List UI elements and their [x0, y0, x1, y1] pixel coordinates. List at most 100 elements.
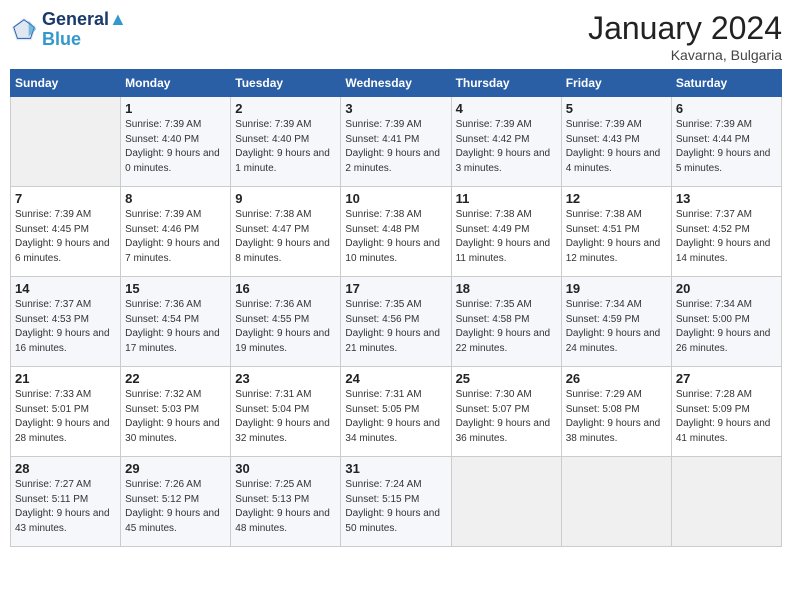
- calendar-cell: 3 Sunrise: 7:39 AMSunset: 4:41 PMDaylight…: [341, 97, 451, 187]
- day-number: 25: [456, 371, 557, 386]
- calendar-table: SundayMondayTuesdayWednesdayThursdayFrid…: [10, 69, 782, 547]
- title-block: January 2024 Kavarna, Bulgaria: [588, 10, 782, 63]
- calendar-cell: 26 Sunrise: 7:29 AMSunset: 5:08 PMDayligh…: [561, 367, 671, 457]
- day-number: 1: [125, 101, 226, 116]
- cell-info: Sunrise: 7:34 AMSunset: 5:00 PMDaylight:…: [676, 298, 777, 356]
- weekday-header-monday: Monday: [121, 70, 231, 97]
- cell-info: Sunrise: 7:39 AMSunset: 4:40 PMDaylight:…: [125, 118, 226, 176]
- calendar-cell: 21Sunrise: 7:33 AMSunset: 5:01 PMDayligh…: [11, 367, 121, 457]
- cell-info: Sunrise: 7:31 AMSunset: 5:04 PMDaylight:…: [235, 388, 336, 446]
- cell-info: Sunrise: 7:35 AMSunset: 4:58 PMDaylight:…: [456, 298, 557, 356]
- cell-info: Sunrise: 7:39 AMSunset: 4:45 PMDaylight:…: [15, 208, 116, 266]
- day-number: 5: [566, 101, 667, 116]
- day-number: 15: [125, 281, 226, 296]
- cell-info: Sunrise: 7:28 AMSunset: 5:09 PMDaylight:…: [676, 388, 777, 446]
- day-number: 11: [456, 191, 557, 206]
- calendar-cell: 29Sunrise: 7:26 AMSunset: 5:12 PMDayligh…: [121, 457, 231, 547]
- weekday-header-saturday: Saturday: [671, 70, 781, 97]
- cell-info: Sunrise: 7:33 AMSunset: 5:01 PMDaylight:…: [15, 388, 116, 446]
- day-number: 28: [15, 461, 116, 476]
- calendar-cell: 11 Sunrise: 7:38 AMSunset: 4:49 PMDayligh…: [451, 187, 561, 277]
- calendar-cell: 19 Sunrise: 7:34 AMSunset: 4:59 PMDayligh…: [561, 277, 671, 367]
- logo-icon: [10, 16, 38, 44]
- cell-info: Sunrise: 7:39 AMSunset: 4:43 PMDaylight:…: [566, 118, 667, 176]
- cell-info: Sunrise: 7:37 AMSunset: 4:53 PMDaylight:…: [15, 298, 116, 356]
- weekday-header-wednesday: Wednesday: [341, 70, 451, 97]
- day-number: 4: [456, 101, 557, 116]
- cell-info: Sunrise: 7:24 AMSunset: 5:15 PMDaylight:…: [345, 478, 446, 536]
- day-number: 2: [235, 101, 336, 116]
- cell-info: Sunrise: 7:39 AMSunset: 4:40 PMDaylight:…: [235, 118, 336, 176]
- calendar-cell: 17 Sunrise: 7:35 AMSunset: 4:56 PMDayligh…: [341, 277, 451, 367]
- day-number: 27: [676, 371, 777, 386]
- day-number: 16: [235, 281, 336, 296]
- calendar-cell: [11, 97, 121, 187]
- day-number: 3: [345, 101, 446, 116]
- calendar-cell: 24 Sunrise: 7:31 AMSunset: 5:05 PMDayligh…: [341, 367, 451, 457]
- day-number: 19: [566, 281, 667, 296]
- calendar-cell: 18 Sunrise: 7:35 AMSunset: 4:58 PMDayligh…: [451, 277, 561, 367]
- day-number: 17: [345, 281, 446, 296]
- cell-info: Sunrise: 7:36 AMSunset: 4:55 PMDaylight:…: [235, 298, 336, 356]
- calendar-cell: 27 Sunrise: 7:28 AMSunset: 5:09 PMDayligh…: [671, 367, 781, 457]
- weekday-header-sunday: Sunday: [11, 70, 121, 97]
- calendar-cell: 7 Sunrise: 7:39 AMSunset: 4:45 PMDaylight…: [11, 187, 121, 277]
- calendar-cell: 15 Sunrise: 7:36 AMSunset: 4:54 PMDayligh…: [121, 277, 231, 367]
- page-header: General▲ Blue January 2024 Kavarna, Bulg…: [10, 10, 782, 63]
- cell-info: Sunrise: 7:38 AMSunset: 4:47 PMDaylight:…: [235, 208, 336, 266]
- cell-info: Sunrise: 7:38 AMSunset: 4:51 PMDaylight:…: [566, 208, 667, 266]
- cell-info: Sunrise: 7:30 AMSunset: 5:07 PMDaylight:…: [456, 388, 557, 446]
- cell-info: Sunrise: 7:39 AMSunset: 4:41 PMDaylight:…: [345, 118, 446, 176]
- calendar-cell: 23Sunrise: 7:31 AMSunset: 5:04 PMDayligh…: [231, 367, 341, 457]
- day-number: 30: [235, 461, 336, 476]
- day-number: 26: [566, 371, 667, 386]
- calendar-cell: 8 Sunrise: 7:39 AMSunset: 4:46 PMDaylight…: [121, 187, 231, 277]
- calendar-cell: 10 Sunrise: 7:38 AMSunset: 4:48 PMDayligh…: [341, 187, 451, 277]
- cell-info: Sunrise: 7:38 AMSunset: 4:48 PMDaylight:…: [345, 208, 446, 266]
- month-title: January 2024: [588, 10, 782, 47]
- day-number: 10: [345, 191, 446, 206]
- weekday-header-thursday: Thursday: [451, 70, 561, 97]
- cell-info: Sunrise: 7:36 AMSunset: 4:54 PMDaylight:…: [125, 298, 226, 356]
- day-number: 29: [125, 461, 226, 476]
- calendar-cell: 4 Sunrise: 7:39 AMSunset: 4:42 PMDaylight…: [451, 97, 561, 187]
- calendar-cell: [561, 457, 671, 547]
- calendar-cell: 12 Sunrise: 7:38 AMSunset: 4:51 PMDayligh…: [561, 187, 671, 277]
- cell-info: Sunrise: 7:31 AMSunset: 5:05 PMDaylight:…: [345, 388, 446, 446]
- calendar-cell: [671, 457, 781, 547]
- calendar-cell: 20 Sunrise: 7:34 AMSunset: 5:00 PMDayligh…: [671, 277, 781, 367]
- cell-info: Sunrise: 7:29 AMSunset: 5:08 PMDaylight:…: [566, 388, 667, 446]
- calendar-cell: 25 Sunrise: 7:30 AMSunset: 5:07 PMDayligh…: [451, 367, 561, 457]
- cell-info: Sunrise: 7:39 AMSunset: 4:46 PMDaylight:…: [125, 208, 226, 266]
- calendar-cell: 30 Sunrise: 7:25 AMSunset: 5:13 PMDayligh…: [231, 457, 341, 547]
- calendar-cell: 28Sunrise: 7:27 AMSunset: 5:11 PMDayligh…: [11, 457, 121, 547]
- cell-info: Sunrise: 7:25 AMSunset: 5:13 PMDaylight:…: [235, 478, 336, 536]
- weekday-header-friday: Friday: [561, 70, 671, 97]
- weekday-header-tuesday: Tuesday: [231, 70, 341, 97]
- day-number: 9: [235, 191, 336, 206]
- cell-info: Sunrise: 7:38 AMSunset: 4:49 PMDaylight:…: [456, 208, 557, 266]
- calendar-cell: [451, 457, 561, 547]
- day-number: 24: [345, 371, 446, 386]
- location: Kavarna, Bulgaria: [588, 47, 782, 63]
- calendar-cell: 6Sunrise: 7:39 AMSunset: 4:44 PMDaylight…: [671, 97, 781, 187]
- cell-info: Sunrise: 7:35 AMSunset: 4:56 PMDaylight:…: [345, 298, 446, 356]
- day-number: 8: [125, 191, 226, 206]
- day-number: 7: [15, 191, 116, 206]
- calendar-cell: 9 Sunrise: 7:38 AMSunset: 4:47 PMDaylight…: [231, 187, 341, 277]
- day-number: 18: [456, 281, 557, 296]
- day-number: 20: [676, 281, 777, 296]
- day-number: 22: [125, 371, 226, 386]
- calendar-cell: 22Sunrise: 7:32 AMSunset: 5:03 PMDayligh…: [121, 367, 231, 457]
- cell-info: Sunrise: 7:37 AMSunset: 4:52 PMDaylight:…: [676, 208, 777, 266]
- logo: General▲ Blue: [10, 10, 127, 50]
- day-number: 6: [676, 101, 777, 116]
- cell-info: Sunrise: 7:39 AMSunset: 4:42 PMDaylight:…: [456, 118, 557, 176]
- day-number: 12: [566, 191, 667, 206]
- calendar-cell: 13Sunrise: 7:37 AMSunset: 4:52 PMDayligh…: [671, 187, 781, 277]
- calendar-cell: 2 Sunrise: 7:39 AMSunset: 4:40 PMDaylight…: [231, 97, 341, 187]
- calendar-cell: 16 Sunrise: 7:36 AMSunset: 4:55 PMDayligh…: [231, 277, 341, 367]
- calendar-cell: 31Sunrise: 7:24 AMSunset: 5:15 PMDayligh…: [341, 457, 451, 547]
- cell-info: Sunrise: 7:34 AMSunset: 4:59 PMDaylight:…: [566, 298, 667, 356]
- day-number: 14: [15, 281, 116, 296]
